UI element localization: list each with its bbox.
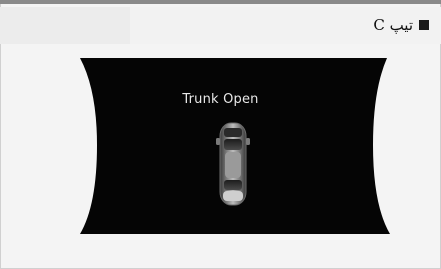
trunk-lid: [223, 191, 243, 201]
cluster-display-illustration: [80, 58, 390, 234]
trunk-open-message: Trunk Open: [182, 92, 259, 107]
car-top-view-icon: [216, 122, 250, 206]
